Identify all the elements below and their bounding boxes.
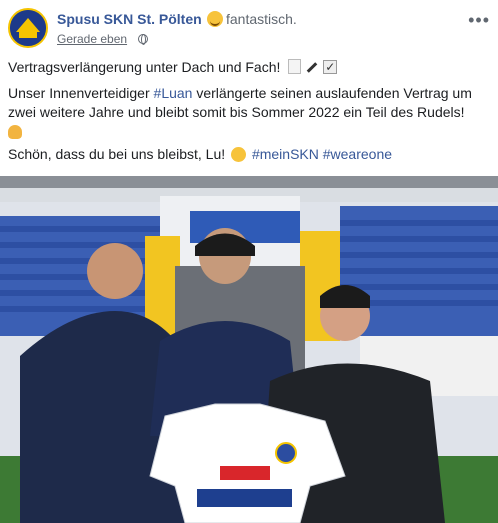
smile-icon <box>231 147 247 162</box>
timestamp-link[interactable]: Gerade eben <box>57 32 127 46</box>
hashtag-weareone[interactable]: #weareone <box>323 146 392 162</box>
feeling-label: fantastisch. <box>226 11 297 27</box>
post-line-3-text: Schön, dass du bei uns bleibst, Lu! <box>8 146 226 162</box>
post-photo[interactable] <box>0 176 498 523</box>
post-header: Spusu SKN St. Pölten fantastisch. Gerade… <box>0 0 498 52</box>
feeling-text: fantastisch. <box>207 11 297 27</box>
feeling-emoji-icon <box>207 11 223 27</box>
post-line-2-pre: Unser Innenverteidiger <box>8 85 154 101</box>
post-line-3: Schön, dass du bei uns bleibst, Lu! #mei… <box>8 145 490 164</box>
page-name-link[interactable]: Spusu SKN St. Pölten <box>57 11 202 27</box>
more-icon[interactable]: ••• <box>468 10 490 31</box>
document-icon <box>288 59 302 74</box>
hashtag-luan[interactable]: #Luan <box>154 85 193 101</box>
hashtag-meinskn[interactable]: #meinSKN <box>252 146 319 162</box>
page-avatar-icon[interactable] <box>8 8 48 48</box>
muscle-icon <box>8 125 22 139</box>
globe-icon[interactable] <box>138 34 148 45</box>
post-line-1: Vertragsverlängerung unter Dach und Fach… <box>8 58 490 77</box>
check-icon <box>323 58 338 77</box>
pen-icon <box>306 62 318 73</box>
post-line-1-text: Vertragsverlängerung unter Dach und Fach… <box>8 59 281 75</box>
post-line-2: Unser Innenverteidiger #Luan verlängerte… <box>8 84 490 144</box>
